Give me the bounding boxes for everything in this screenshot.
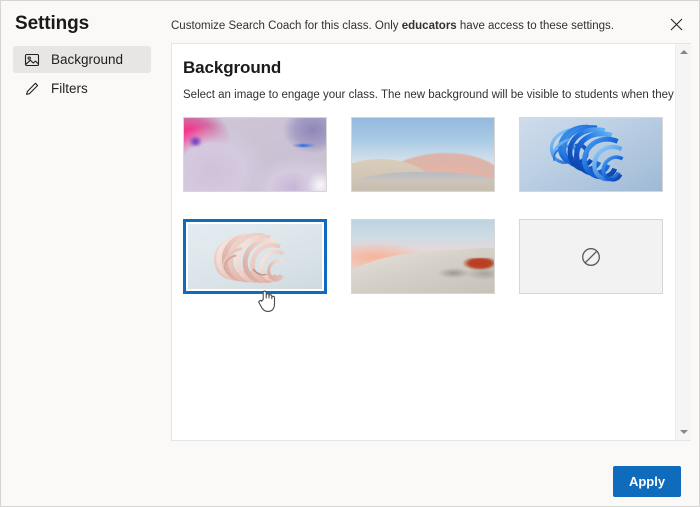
image-icon xyxy=(23,51,40,68)
section-title: Background xyxy=(183,58,282,77)
chevron-down-icon xyxy=(680,430,688,434)
sidebar-item-filters[interactable]: Filters xyxy=(13,75,151,102)
violet-accent xyxy=(186,136,204,146)
red-rocks xyxy=(423,257,494,288)
content-inner: Background Select an image to engage you… xyxy=(172,44,691,440)
background-option-desert-dunes-blue-sky[interactable] xyxy=(351,117,495,192)
settings-dialog: Settings Background Filters Customize Se… xyxy=(0,0,700,507)
scroll-up-arrow[interactable] xyxy=(676,44,691,60)
background-option-no-background[interactable] xyxy=(519,219,663,294)
vertical-scrollbar[interactable] xyxy=(675,44,691,440)
header-description-prefix: Customize Search Coach for this class. O… xyxy=(171,20,402,32)
sidebar-item-label: Background xyxy=(51,51,124,67)
apply-button[interactable]: Apply xyxy=(613,466,681,497)
bloom-blue-shape xyxy=(549,124,624,182)
thumbnail-image xyxy=(184,118,326,191)
thumbnail-image xyxy=(352,118,494,191)
sidebar-item-background[interactable]: Background xyxy=(13,46,151,73)
header-description: Customize Search Coach for this class. O… xyxy=(171,20,614,32)
thumbnail-image xyxy=(520,220,662,293)
close-button[interactable] xyxy=(661,10,691,38)
header-description-emphasis: educators xyxy=(401,20,457,32)
header-description-suffix: have access to these settings. xyxy=(456,20,614,32)
thumbnail-image xyxy=(188,224,322,289)
bloom-pink-shape xyxy=(213,232,285,283)
dialog-footer: Apply xyxy=(171,442,699,506)
scroll-down-arrow[interactable] xyxy=(676,424,691,440)
background-option-abstract-bubbles-pink[interactable] xyxy=(183,117,327,192)
pencil-icon xyxy=(23,80,40,97)
dune-base xyxy=(352,180,494,191)
background-thumbnail-grid xyxy=(183,117,676,294)
section-description: Select an image to engage your class. Th… xyxy=(183,89,691,101)
sidebar: Settings Background Filters xyxy=(1,1,171,506)
close-icon xyxy=(670,18,682,30)
background-option-white-sands-sunset[interactable] xyxy=(351,219,495,294)
blue-accent xyxy=(291,144,317,148)
background-option-windows-bloom-blue[interactable] xyxy=(519,117,663,192)
background-option-bloom-pink[interactable] xyxy=(183,219,327,294)
thumbnail-image xyxy=(352,220,494,293)
page-title: Settings xyxy=(15,13,90,34)
sidebar-nav: Background Filters xyxy=(13,46,151,104)
chevron-up-icon xyxy=(680,50,688,54)
thumbnail-image xyxy=(520,118,662,191)
sidebar-item-label: Filters xyxy=(51,80,88,96)
content-panel: Background Select an image to engage you… xyxy=(171,43,691,441)
no-background-icon xyxy=(582,247,600,266)
